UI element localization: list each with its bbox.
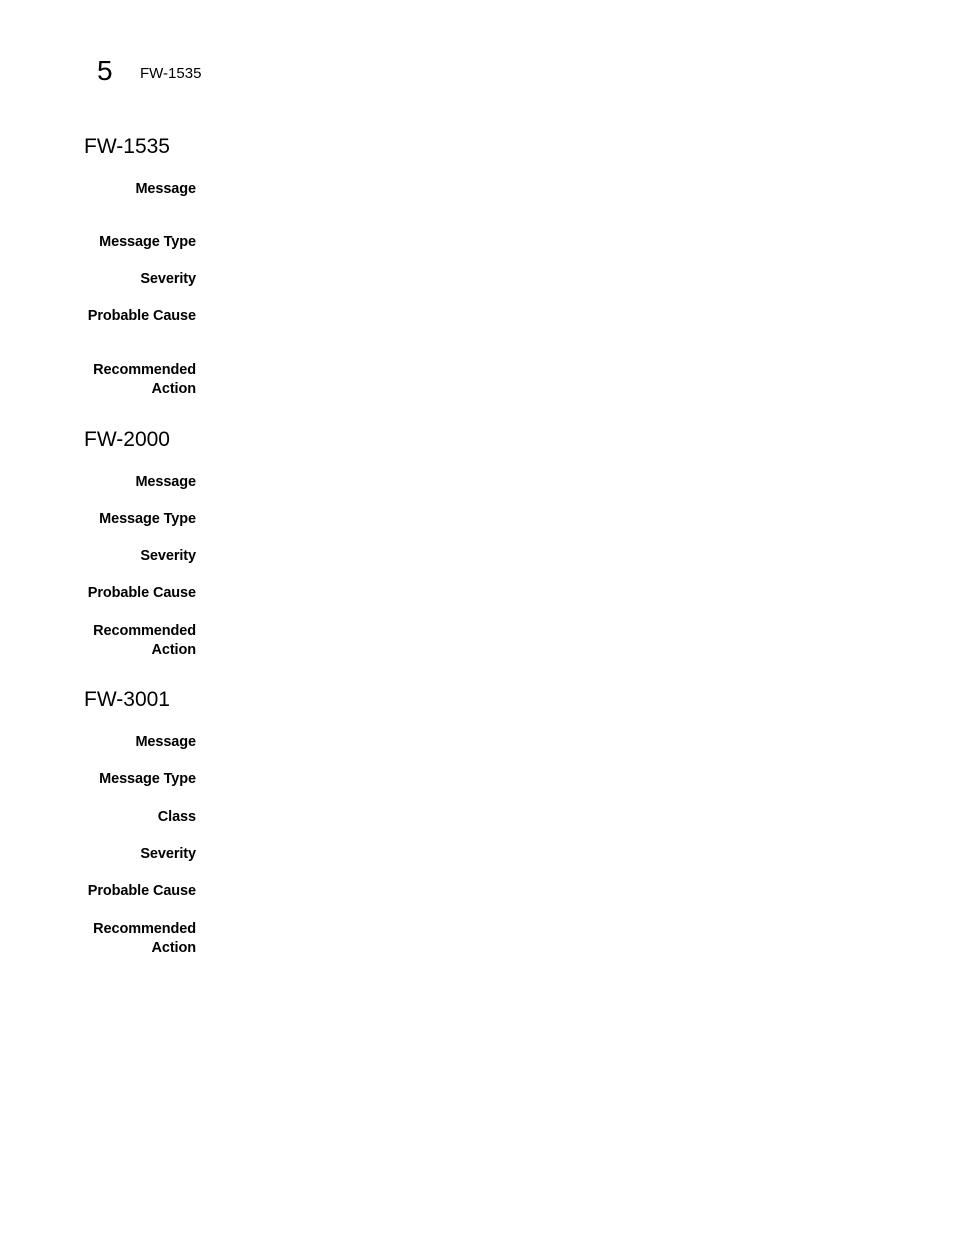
field-label-message: Message [135, 734, 196, 750]
field-value-class [220, 808, 820, 827]
field-value-severity [220, 845, 820, 864]
field-label-probable-cause: Probable Cause [87, 585, 196, 601]
section-title: FW-2000 [84, 428, 170, 451]
field-label-message: Message [135, 181, 196, 197]
section-title: FW-1535 [84, 135, 170, 158]
chapter-number: 5 [97, 55, 113, 86]
field-label-class: Class [157, 809, 196, 825]
field-value-message [220, 473, 820, 492]
field-value-probable-cause [220, 882, 820, 901]
field-value-severity [220, 270, 820, 289]
field-label-message-type: Message Type [99, 771, 196, 787]
field-value-message [220, 733, 820, 752]
field-value-recommended-action [220, 361, 820, 380]
field-label-probable-cause: Probable Cause [87, 883, 196, 899]
running-title: FW-1535 [140, 65, 202, 82]
field-value-message-type [220, 510, 820, 529]
field-value-message-type [220, 233, 820, 252]
field-label-recommended-action: Recommended Action [93, 623, 196, 658]
field-label-message-type: Message Type [99, 234, 196, 250]
field-label-recommended-action: Recommended Action [93, 921, 196, 956]
field-value-recommended-action [220, 622, 820, 641]
field-value-message-type [220, 770, 820, 789]
field-value-message [220, 180, 820, 199]
field-label-recommended-action: Recommended Action [93, 362, 196, 397]
field-label-message: Message [135, 474, 196, 490]
field-value-recommended-action [220, 920, 820, 939]
field-label-severity: Severity [140, 271, 196, 287]
field-label-severity: Severity [140, 846, 196, 862]
field-value-severity [220, 547, 820, 566]
field-value-probable-cause [220, 584, 820, 603]
section-title: FW-3001 [84, 688, 170, 711]
field-label-message-type: Message Type [99, 511, 196, 527]
field-label-probable-cause: Probable Cause [87, 308, 196, 324]
field-value-probable-cause [220, 307, 820, 326]
field-label-severity: Severity [140, 548, 196, 564]
